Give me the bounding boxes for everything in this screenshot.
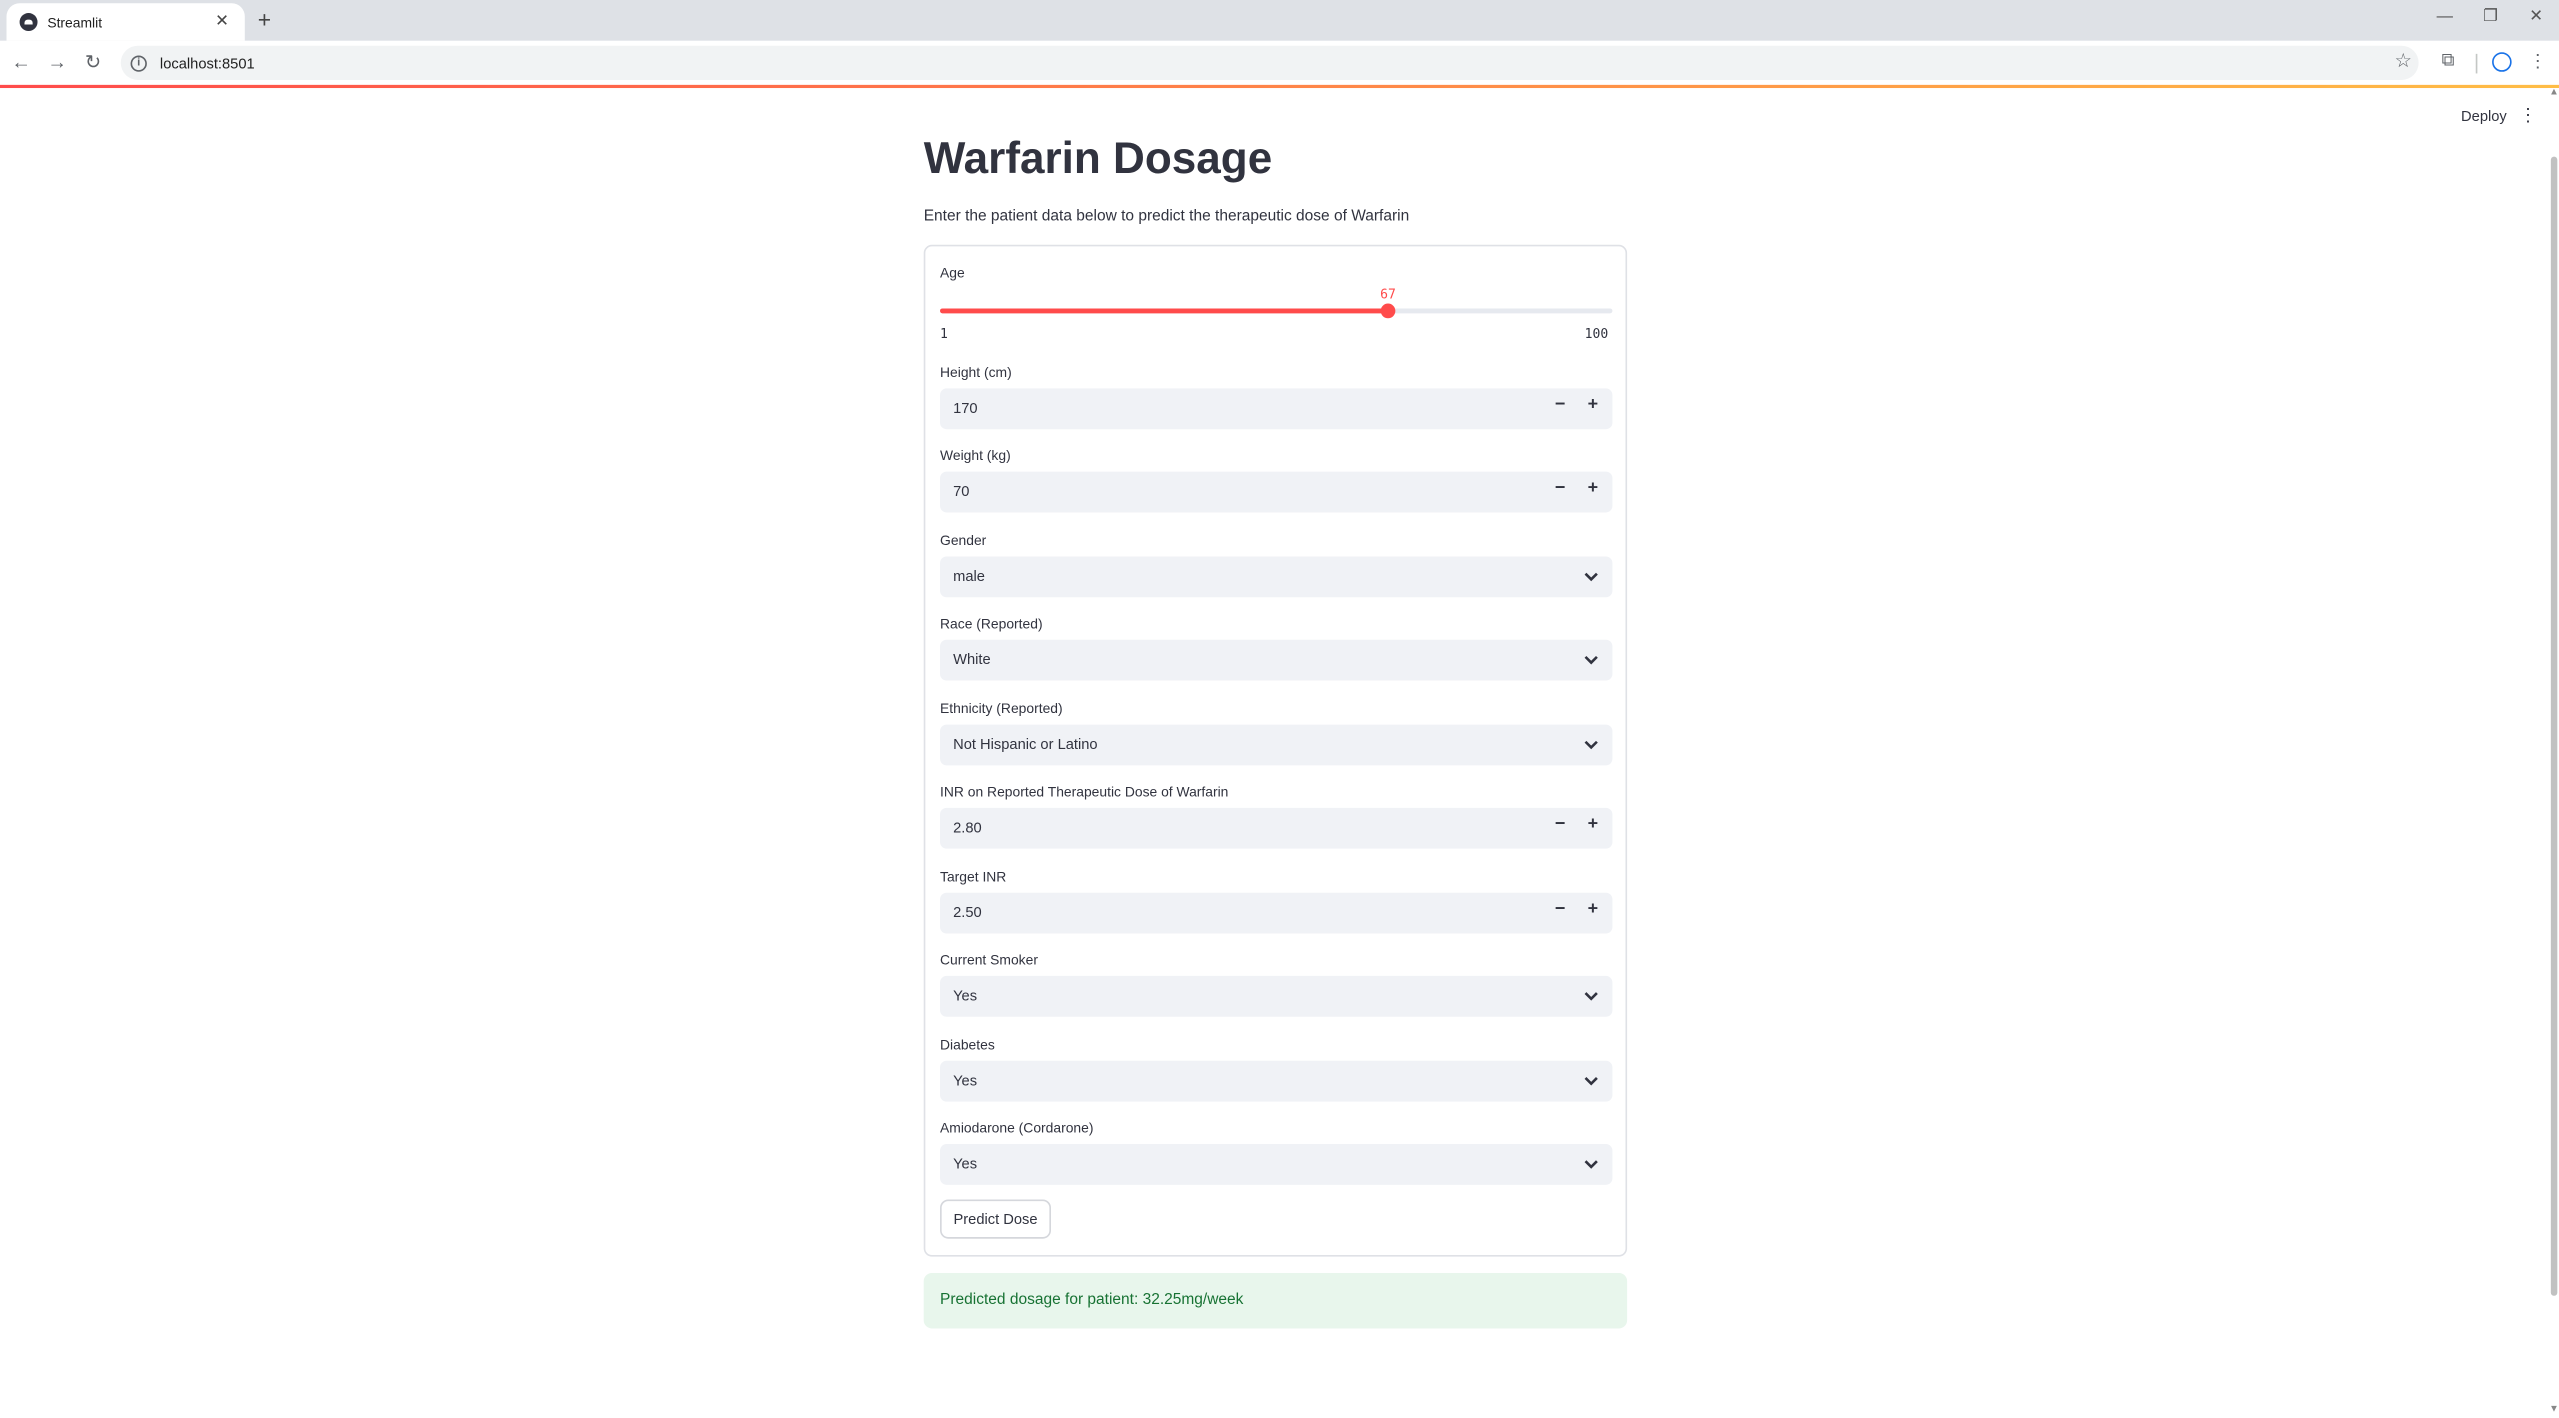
ethnicity-label: Ethnicity (Reported) [940,700,1063,717]
diabetes-select[interactable]: Yes [940,1060,1613,1102]
chevron-down-icon[interactable] [1580,1069,1603,1092]
tab-title: Streamlit [47,13,103,31]
chevron-down-icon[interactable] [1580,648,1603,671]
gender-value[interactable]: male [953,568,985,584]
diabetes-value[interactable]: Yes [953,1072,977,1088]
ethnicity-select[interactable]: Not Hispanic or Latino [940,724,1613,766]
target-inr-value[interactable]: 2.50 [953,904,982,920]
target-inr-label: Target INR [940,868,1007,885]
streamlit-logo-icon [19,13,38,32]
weight-input[interactable]: 70 − + [940,471,1613,513]
smoker-label: Current Smoker [940,951,1038,968]
diabetes-label: Diabetes [940,1036,995,1053]
smoker-select[interactable]: Yes [940,975,1613,1017]
race-label: Race (Reported) [940,615,1043,632]
address-bar[interactable]: i localhost:8501 ☆ [120,45,2419,80]
chevron-down-icon[interactable] [1580,733,1603,756]
age-label: Age [940,264,965,281]
chevron-down-icon[interactable] [1580,1152,1603,1175]
target-inr-decrement-button[interactable]: − [1547,899,1573,919]
target-inr-increment-button[interactable]: + [1580,899,1606,919]
deploy-button[interactable]: Deploy [2448,104,2520,127]
age-slider-thumb[interactable] [1380,303,1396,319]
prediction-result-text: Predicted dosage for patient: 32.25mg/we… [940,1290,1244,1309]
restore-icon[interactable]: ❐ [2477,8,2503,26]
target-inr-input[interactable]: 2.50 − + [940,892,1613,934]
inr-reported-label: INR on Reported Therapeutic Dose of Warf… [940,783,1229,800]
inr-reported-decrement-button[interactable]: − [1547,814,1573,834]
height-decrement-button[interactable]: − [1547,395,1573,415]
page-title: Warfarin Dosage [923,133,1273,183]
height-input[interactable]: 170 − + [940,388,1613,430]
scroll-up-icon[interactable]: ▲ [2549,88,2559,98]
height-label: Height (cm) [940,363,1012,381]
prediction-result-alert: Predicted dosage for patient: 32.25mg/we… [923,1272,1628,1329]
inr-reported-increment-button[interactable]: + [1580,814,1606,834]
amiodarone-select[interactable]: Yes [940,1144,1613,1185]
age-slider-min: 1 [940,326,948,342]
gender-select[interactable]: male [940,556,1613,598]
streamlit-app: Deploy ⋮ ▲ ▼ Warfarin Dosage Enter the p… [0,88,2559,1418]
window-close-icon[interactable]: ✕ [2523,8,2549,26]
back-icon[interactable]: ← [10,51,33,74]
age-slider-value: 67 [1380,287,1396,302]
race-value[interactable]: White [953,651,991,667]
url-text[interactable]: localhost:8501 [160,55,255,71]
height-increment-button[interactable]: + [1580,395,1606,415]
height-value[interactable]: 170 [953,400,978,416]
inr-reported-value[interactable]: 2.80 [953,819,982,835]
bookmark-star-icon[interactable]: ☆ [2395,49,2413,72]
gender-label: Gender [940,532,987,549]
minimize-icon[interactable]: — [2432,8,2458,26]
predict-dose-button[interactable]: Predict Dose [940,1199,1052,1239]
reload-icon[interactable]: ↻ [82,51,105,74]
forward-icon[interactable]: → [46,51,69,74]
chevron-down-icon[interactable] [1580,565,1603,588]
amiodarone-label: Amiodarone (Cordarone) [940,1119,1094,1136]
browser-menu-icon[interactable]: ⋮ [2526,51,2549,72]
app-menu-icon[interactable]: ⋮ [2518,104,2538,126]
chevron-down-icon[interactable] [1580,984,1603,1007]
close-tab-icon[interactable]: ✕ [212,13,232,31]
weight-increment-button[interactable]: + [1580,478,1606,498]
amiodarone-value[interactable]: Yes [953,1155,977,1171]
browser-toolbar: ← → ↻ i localhost:8501 ☆ ⧉ ⋮ [0,40,2559,85]
weight-label: Weight (kg) [940,447,1011,464]
age-slider[interactable] [940,303,1613,319]
age-slider-max: 100 [1584,326,1609,342]
toolbar-divider [2475,53,2478,74]
browser-tab[interactable]: Streamlit ✕ [6,3,245,41]
page-description: Enter the patient data below to predict … [923,207,1410,226]
scrollbar-thumb[interactable] [2550,156,2558,1296]
new-tab-icon[interactable]: + [253,7,276,33]
profile-avatar-icon[interactable] [2492,52,2512,72]
ethnicity-value[interactable]: Not Hispanic or Latino [953,736,1098,752]
browser-tab-bar: Streamlit ✕ + — ❐ ✕ [0,0,2559,41]
site-info-icon[interactable]: i [130,54,147,71]
smoker-value[interactable]: Yes [953,987,977,1003]
race-select[interactable]: White [940,639,1613,681]
patient-form: Age 67 1 100 Height (cm) 170 − + Weight … [923,244,1628,1257]
tab-search-icon[interactable]: ⧉ [2437,51,2460,72]
inr-reported-input[interactable]: 2.80 − + [940,807,1613,849]
weight-decrement-button[interactable]: − [1547,478,1573,498]
scroll-down-icon[interactable]: ▼ [2549,1405,2559,1415]
age-slider-fill [940,308,1389,314]
weight-value[interactable]: 70 [953,483,969,499]
